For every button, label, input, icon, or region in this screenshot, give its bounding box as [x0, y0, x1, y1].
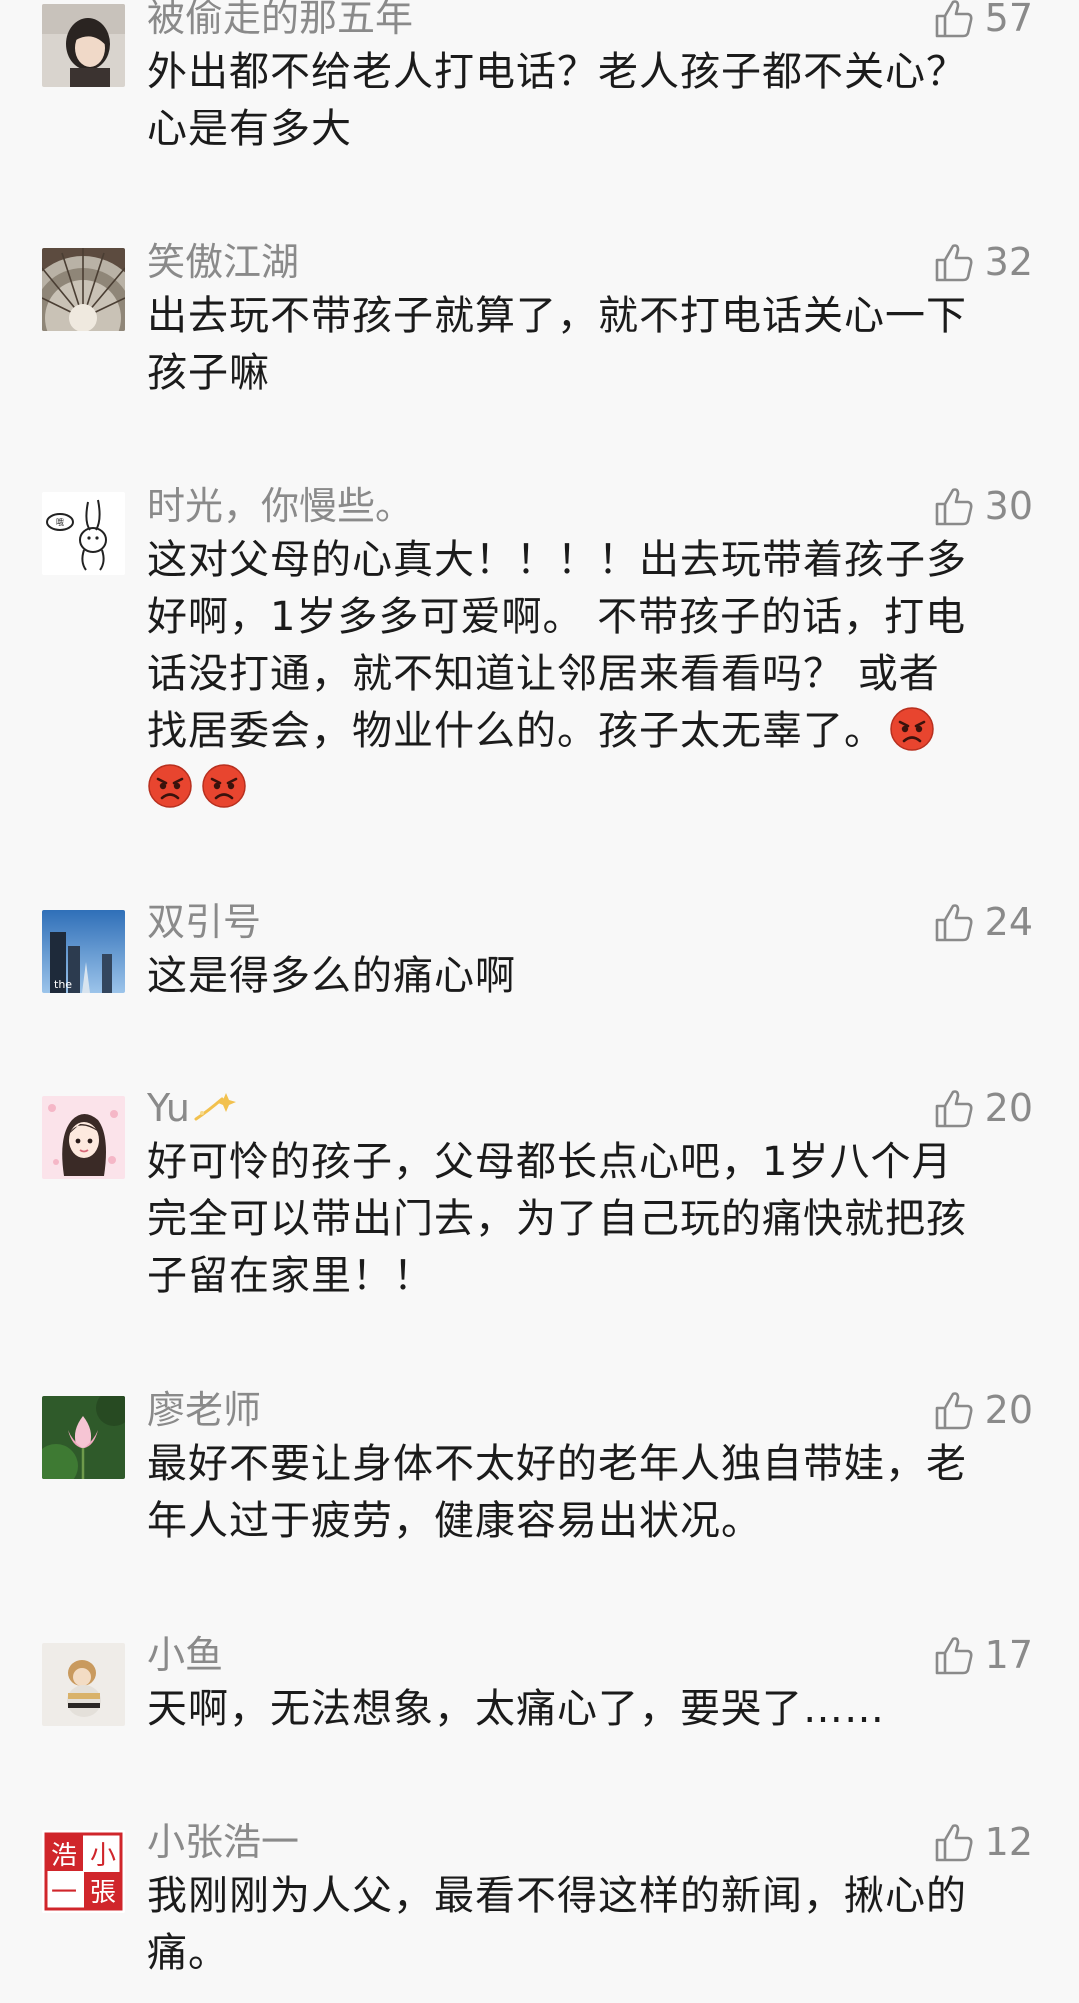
comment-author[interactable]: 双引号 — [147, 900, 261, 944]
comment-line: 完全可以带出门去，为了自己玩的痛快就把孩 — [147, 1196, 967, 1242]
like-count: 17 — [984, 1633, 1033, 1677]
comment-author[interactable]: 笑傲江湖 — [147, 240, 299, 284]
comment-text: 我刚刚为人父，最看不得这样的新闻，揪心的 痛。 — [147, 1868, 1027, 1982]
comment-line: 话没打通，就不知道让邻居来看看吗？ 或者 — [147, 651, 940, 697]
thumbs-up-icon — [931, 1086, 975, 1130]
user-avatar[interactable]: 浩 小 一 張 — [42, 1830, 125, 1913]
user-avatar[interactable] — [42, 1096, 125, 1179]
author-name: Yu — [147, 1086, 190, 1130]
angry-face-icon — [147, 763, 193, 809]
comment-text: 天啊，无法想象，太痛心了，要哭了…… — [147, 1681, 1027, 1738]
comment-line: 这是得多么的痛心啊 — [147, 953, 516, 999]
comment-line: 天啊，无法想象，太痛心了，要哭了…… — [147, 1686, 885, 1732]
like-count: 57 — [984, 0, 1033, 40]
comment-line: 出去玩不带孩子就算了，就不打电话关心一下 — [147, 293, 967, 339]
comment-line: 好可怜的孩子，父母都长点心吧，1岁八个月 — [147, 1139, 953, 1185]
comment-author[interactable]: 小张浩一 — [147, 1820, 299, 1864]
comment-line: 这对父母的心真大！！！！出去玩带着孩子多 — [147, 537, 967, 583]
like-button[interactable]: 24 — [931, 898, 1033, 946]
user-avatar[interactable] — [42, 248, 125, 331]
like-count: 24 — [984, 900, 1033, 944]
comment-line: 孩子嘛 — [147, 350, 270, 396]
svg-text:哦: 哦 — [56, 517, 64, 527]
sparkle-icon — [192, 1089, 236, 1134]
like-button[interactable]: 57 — [931, 0, 1033, 42]
comment-line: 心是有多大 — [147, 106, 352, 152]
comment-text: 好可怜的孩子，父母都长点心吧，1岁八个月 完全可以带出门去，为了自己玩的痛快就把… — [147, 1134, 1027, 1305]
comment-list: 被偷走的那五年 57 外出都不给老人打电话？老人孩子都不关心？ 心是有多大 笑傲… — [0, 0, 1079, 2003]
comment-line: 好啊，1岁多多可爱啊。 不带孩子的话，打电 — [147, 594, 967, 640]
comment-author[interactable]: 廖老师 — [147, 1388, 261, 1432]
comment-line: 痛。 — [147, 1930, 229, 1976]
user-avatar[interactable] — [42, 1643, 125, 1726]
comment-author[interactable]: 被偷走的那五年 — [147, 0, 413, 40]
seal-char: 一 — [51, 1878, 77, 1908]
comment-line: 找居委会，物业什么的。孩子太无辜了。 — [147, 708, 885, 754]
like-count: 20 — [984, 1086, 1033, 1130]
user-avatar[interactable]: 哦 — [42, 492, 125, 575]
seal-char: 浩 — [51, 1841, 77, 1871]
comment-line: 最好不要让身体不太好的老年人独自带娃，老 — [147, 1441, 967, 1487]
comment-line: 我刚刚为人父，最看不得这样的新闻，揪心的 — [147, 1873, 967, 1919]
thumbs-up-icon — [931, 900, 975, 944]
comment-line-with-emoji: 找居委会，物业什么的。孩子太无辜了。 — [147, 703, 1027, 760]
thumbs-up-icon — [931, 1820, 975, 1864]
user-avatar[interactable] — [42, 1396, 125, 1479]
like-button[interactable]: 30 — [931, 482, 1033, 530]
like-button[interactable]: 17 — [931, 1631, 1033, 1679]
thumbs-up-icon — [931, 240, 975, 284]
like-count: 12 — [984, 1820, 1033, 1864]
seal-char: 張 — [90, 1878, 116, 1908]
user-avatar[interactable]: the — [42, 910, 125, 993]
comment-author[interactable]: 时光，你慢些。 — [147, 484, 413, 528]
thumbs-up-icon — [931, 1388, 975, 1432]
like-button[interactable]: 32 — [931, 238, 1033, 286]
comment-author[interactable]: 小鱼 — [147, 1633, 223, 1677]
like-count: 32 — [984, 240, 1033, 284]
like-button[interactable]: 20 — [931, 1084, 1033, 1132]
thumbs-up-icon — [931, 0, 975, 40]
comment-line: 子留在家里！！ — [147, 1253, 434, 1299]
comment-line: 外出都不给老人打电话？老人孩子都不关心？ — [147, 49, 967, 95]
comment-text: 这是得多么的痛心啊 — [147, 948, 1027, 1005]
thumbs-up-icon — [931, 484, 975, 528]
like-count: 30 — [984, 484, 1033, 528]
angry-face-icon — [889, 706, 935, 752]
like-button[interactable]: 12 — [931, 1818, 1033, 1866]
comment-author[interactable]: Yu — [147, 1086, 236, 1134]
comment-text: 最好不要让身体不太好的老年人独自带娃，老 年人过于疲劳，健康容易出状况。 — [147, 1436, 1027, 1550]
angry-face-icon — [201, 763, 247, 809]
svg-text:the: the — [54, 978, 72, 991]
comment-text: 这对父母的心真大！！！！出去玩带着孩子多 好啊，1岁多多可爱啊。 不带孩子的话，… — [147, 532, 1027, 817]
thumbs-up-icon — [931, 1633, 975, 1677]
seal-char: 小 — [90, 1841, 116, 1871]
comment-text: 外出都不给老人打电话？老人孩子都不关心？ 心是有多大 — [147, 44, 1027, 158]
user-avatar[interactable] — [42, 4, 125, 87]
comment-line: 年人过于疲劳，健康容易出状况。 — [147, 1498, 762, 1544]
like-count: 20 — [984, 1388, 1033, 1432]
comment-text: 出去玩不带孩子就算了，就不打电话关心一下 孩子嘛 — [147, 288, 1027, 402]
emoji-line — [147, 760, 1027, 817]
like-button[interactable]: 20 — [931, 1386, 1033, 1434]
